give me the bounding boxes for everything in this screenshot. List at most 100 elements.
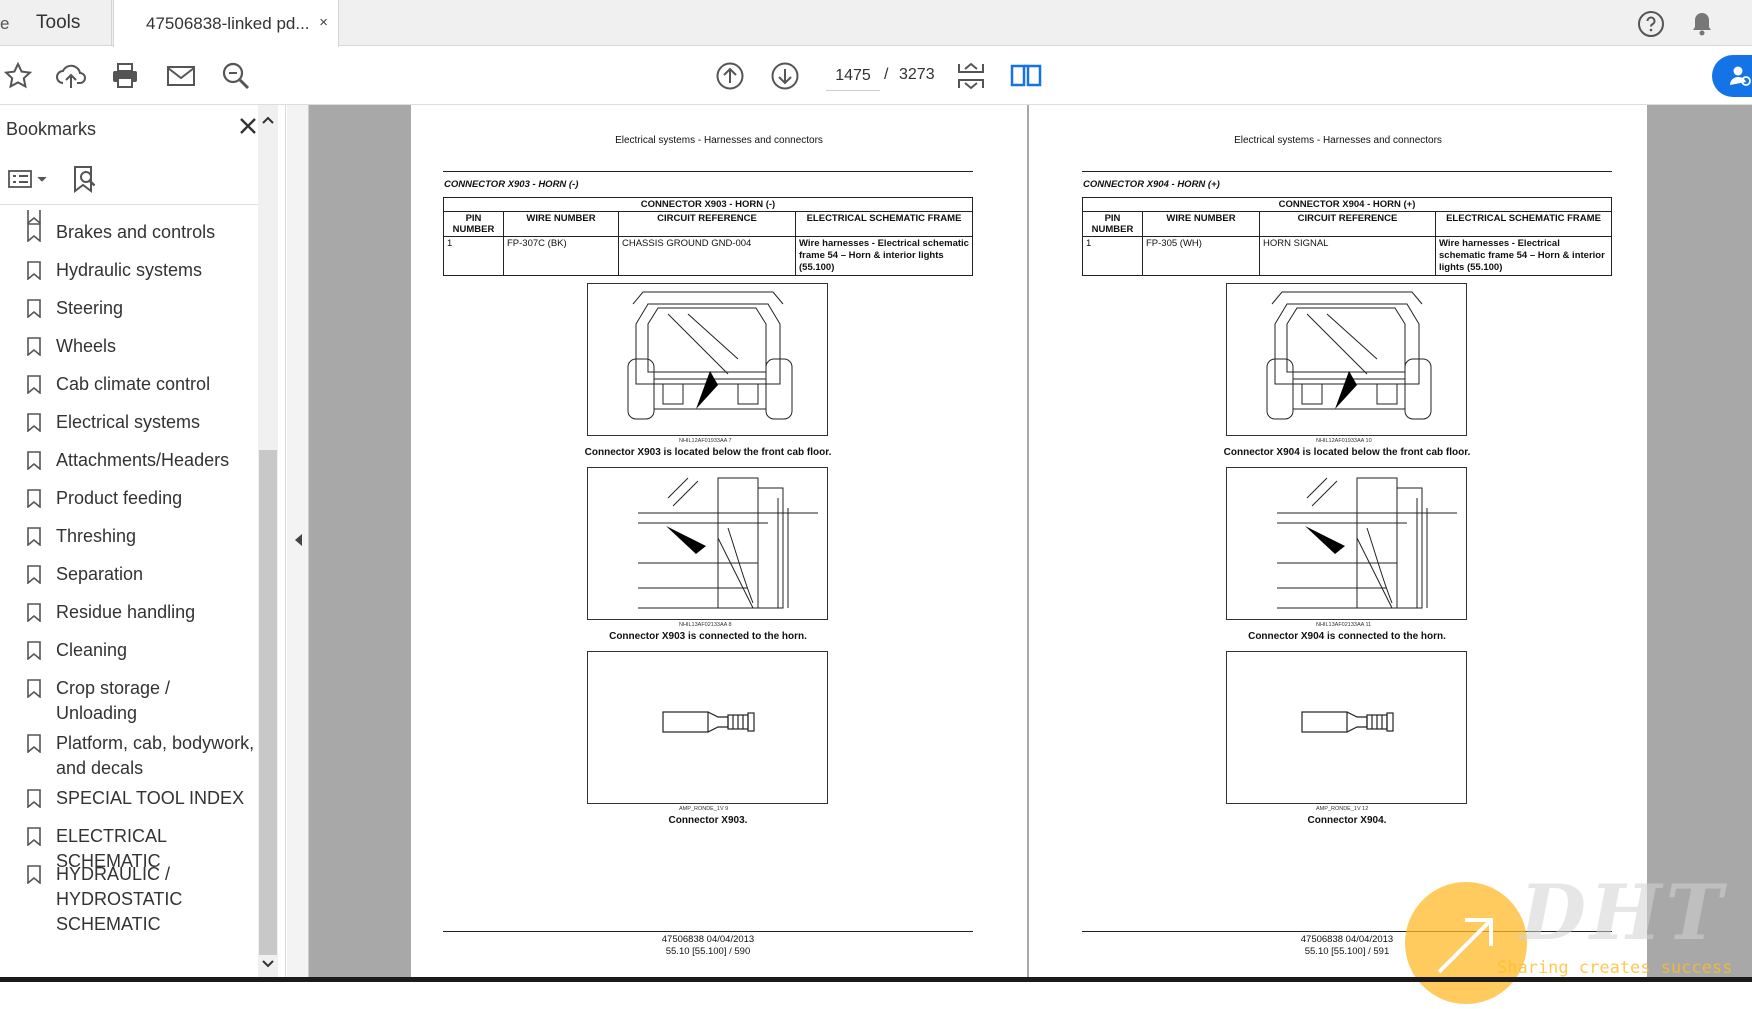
toolbar: 1475 / 3273: [0, 47, 1752, 105]
figure-code: AMP_RONDE_1V 9: [679, 806, 729, 812]
table-title: CONNECTOR X903 - HORN (-): [443, 197, 973, 212]
zoom-icon[interactable]: [218, 58, 254, 94]
bookmark-label: Attachments/Headers: [56, 450, 230, 470]
col-circuit-reference: CIRCUIT REFERENCE: [618, 211, 796, 237]
bookmark-label: Wheels: [56, 336, 117, 356]
cell-frame: Wire harnesses - Electrical schematic fr…: [1435, 236, 1612, 276]
col-pin-number: PIN NUMBER: [443, 211, 504, 237]
bookmark-icon: [27, 679, 41, 699]
figure-caption: Connector X903 is connected to the horn.: [609, 631, 807, 642]
cell-circuit: HORN SIGNAL: [1259, 236, 1436, 276]
collapse-left-icon[interactable]: [293, 533, 303, 552]
bookmark-label: Brakes and controls: [56, 222, 216, 242]
bookmark-label: Separation: [56, 564, 144, 584]
bookmark-icon: [27, 451, 41, 471]
bookmark-list-icon[interactable]: [8, 169, 50, 194]
bookmark-label: Cleaning: [56, 640, 128, 660]
bookmark-search-icon[interactable]: [72, 165, 98, 198]
print-icon[interactable]: [107, 58, 143, 94]
tab-tools-label: Tools: [36, 12, 81, 33]
bookmark-icon: [27, 210, 41, 225]
bookmark-label: Crop storage / Unloading: [56, 678, 171, 723]
share-user-icon: [1729, 65, 1751, 92]
connector-table: CONNECTOR X904 - HORN (+) PIN NUMBER WIR…: [1082, 197, 1612, 276]
bookmark-label: Platform, cab, bodywork, and decals: [56, 733, 255, 778]
figure-code: NHIL13AF02133AA 8: [679, 622, 732, 628]
scroll-up-icon[interactable]: [262, 111, 274, 129]
figure-combine-front: [1226, 283, 1467, 436]
bookmark-icon: [27, 603, 41, 623]
bookmarks-toolbar: [0, 155, 270, 205]
bookmark-icon: [27, 299, 41, 319]
bookmark-label: Residue handling: [56, 602, 196, 622]
bookmark-icon: [27, 789, 41, 809]
pdf-page-left: Electrical systems - Harnesses and conne…: [411, 105, 1027, 982]
bookmark-icon: [27, 565, 41, 585]
footer-doc-id: 47506838 04/04/2013: [661, 934, 755, 945]
footer-rule: [443, 931, 973, 932]
bookmark-icon: [27, 827, 41, 847]
bookmark-icon: [27, 413, 41, 433]
mail-icon[interactable]: [163, 58, 199, 94]
upload-icon[interactable]: [53, 58, 89, 94]
page-separator: /: [884, 66, 889, 83]
figure-connector: [587, 651, 828, 804]
cell-pin: 1: [1082, 236, 1143, 276]
watermark-brand: DHT: [1520, 868, 1727, 957]
scroll-down-icon[interactable]: [262, 955, 274, 973]
page-header: Electrical systems - Harnesses and conne…: [615, 135, 823, 146]
tab-document-label: 47506838-linked pd...: [146, 13, 310, 33]
page-footer: 47506838 04/04/2013 55.10 [55.100] / 590: [411, 934, 1005, 958]
header-rule: [443, 171, 973, 172]
bookmark-icon: [27, 375, 41, 395]
bookmark-label: HYDRAULIC / HYDROSTATIC SCHEMATIC: [56, 864, 183, 934]
figure-caption: Connector X903 is located below the fron…: [584, 447, 832, 458]
bookmark-label: Product feeding: [56, 488, 183, 508]
total-pages: 3273: [899, 66, 935, 83]
bookmark-icon: [27, 223, 41, 243]
col-schematic-frame: ELECTRICAL SCHEMATIC FRAME: [1435, 211, 1612, 237]
watermark-logo: [1405, 882, 1527, 1004]
bookmark-label: Hydraulic systems: [56, 260, 203, 280]
figure-caption: Connector X904 is connected to the horn.: [1248, 631, 1446, 642]
cell-wire: FP-305 (WH): [1142, 236, 1260, 276]
footer-page-ref: 55.10 [55.100] / 590: [665, 946, 751, 957]
bookmark-icon: [27, 641, 41, 661]
bookmarks-panel: Bookmarks Brakes and controls Hydraulic s…: [0, 105, 286, 982]
page-down-icon[interactable]: [767, 58, 803, 94]
star-icon[interactable]: [0, 58, 36, 94]
share-button[interactable]: [1712, 55, 1752, 97]
figure-horn-location: [587, 467, 828, 620]
col-wire-number: WIRE NUMBER: [503, 211, 619, 237]
bookmark-label: Steering: [56, 298, 124, 318]
bookmark-label: Electrical systems: [56, 412, 201, 432]
cell-circuit: CHASSIS GROUND GND-004: [618, 236, 796, 276]
bell-icon[interactable]: [1690, 10, 1714, 43]
close-panel-icon[interactable]: [238, 115, 258, 143]
bookmark-icon: [27, 489, 41, 509]
tab-bar: e Tools 47506838-linked pd... ×: [0, 0, 1752, 47]
taskbar-edge: [0, 977, 1752, 982]
panel-collapse-strip[interactable]: [287, 105, 309, 982]
bookmarks-scroll-thumb[interactable]: [259, 450, 277, 955]
figure-connector: [1226, 651, 1467, 804]
figure-horn-location: [1226, 467, 1467, 620]
fit-page-icon[interactable]: [953, 58, 989, 94]
cell-wire: FP-307C (BK): [503, 236, 619, 276]
figure-caption: Connector X903.: [668, 815, 748, 826]
figure-code: AMP_RONDE_1V 12: [1316, 806, 1369, 812]
tab-tools[interactable]: Tools: [0, 0, 112, 46]
bookmark-icon: [27, 337, 41, 357]
bookmark-icon: [27, 527, 41, 547]
page-up-icon[interactable]: [712, 58, 748, 94]
figure-caption: Connector X904 is located below the fron…: [1223, 447, 1471, 458]
tab-close-icon[interactable]: ×: [319, 14, 328, 31]
page-number-input[interactable]: 1475: [826, 61, 880, 91]
two-page-icon[interactable]: [1008, 58, 1044, 94]
tab-document[interactable]: 47506838-linked pd... ×: [113, 0, 339, 47]
bookmark-icon: [27, 261, 41, 281]
help-icon[interactable]: [1637, 10, 1665, 43]
bookmark-label: Threshing: [56, 526, 137, 546]
connector-table: CONNECTOR X903 - HORN (-) PIN NUMBER WIR…: [443, 197, 973, 276]
bookmarks-title: Bookmarks: [6, 119, 97, 139]
